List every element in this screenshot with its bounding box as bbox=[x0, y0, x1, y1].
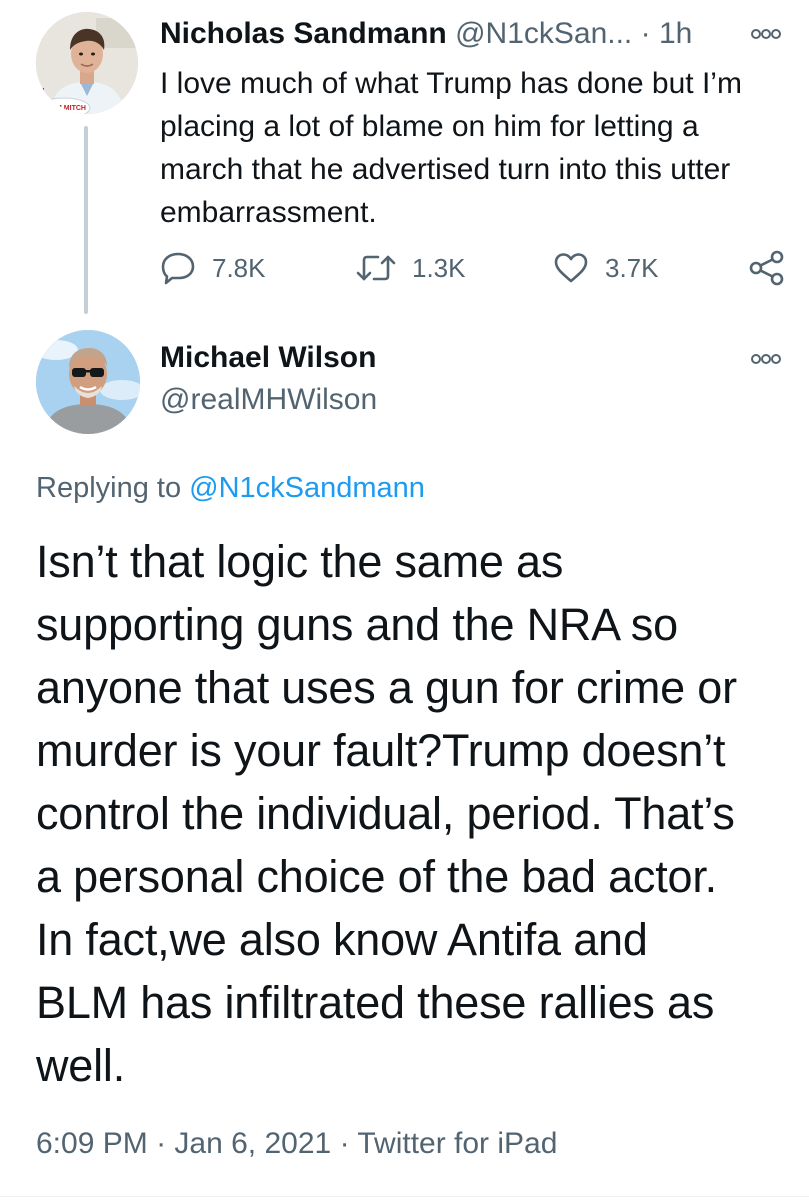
like-count: 3.7K bbox=[605, 252, 659, 283]
reply-avatar-image bbox=[36, 330, 140, 434]
parent-avatar-image: TEAM MITCH bbox=[36, 12, 138, 114]
reply-text-line: In fact,we also know Antifa and bbox=[36, 914, 648, 965]
reply-text-line: BLM has infiltrated these rallies as bbox=[36, 977, 715, 1028]
reply-text-line: anyone that uses a gun for crime or bbox=[36, 662, 737, 713]
retweet-button[interactable]: 1.3K bbox=[356, 246, 466, 290]
parent-text-line: placing a lot of blame on him for lettin… bbox=[160, 110, 699, 143]
retweet-count: 1.3K bbox=[412, 252, 466, 283]
tweet-metadata: 6:09 PM · Jan 6, 2021 · Twitter for iPad bbox=[36, 1122, 557, 1166]
like-icon bbox=[554, 253, 588, 283]
reply-text-line: control the individual, period. That’s bbox=[36, 788, 735, 839]
parent-handle[interactable]: @N1ckSan... bbox=[455, 17, 632, 50]
meta-separator: · bbox=[339, 1127, 350, 1160]
parent-display-name[interactable]: Nicholas Sandmann bbox=[160, 17, 447, 50]
reply-tweet-text: Isn’t that logic the same as supporting … bbox=[36, 530, 806, 1097]
more-icon[interactable] bbox=[751, 352, 781, 364]
replying-to-line: Replying to @N1ckSandmann bbox=[36, 468, 425, 508]
more-icon[interactable] bbox=[751, 27, 781, 39]
tweet-source[interactable]: Twitter for iPad bbox=[357, 1127, 557, 1160]
divider bbox=[0, 1196, 809, 1197]
share-button[interactable] bbox=[748, 246, 786, 290]
reply-button[interactable]: 7.8K bbox=[160, 246, 266, 290]
parent-text-line: I love much of what Trump has done but I… bbox=[160, 67, 742, 100]
reply-count: 7.8K bbox=[212, 252, 266, 283]
parent-text-line: embarrassment. bbox=[160, 196, 377, 229]
avatar-badge-text: TEAM MITCH bbox=[42, 105, 86, 112]
reply-text-line: a personal choice of the bad actor. bbox=[36, 851, 717, 902]
reply-text-line: Isn’t that logic the same as bbox=[36, 536, 564, 587]
tweet-date[interactable]: Jan 6, 2021 bbox=[174, 1127, 331, 1160]
parent-tweet-text: I love much of what Trump has done but I… bbox=[160, 62, 796, 234]
parent-separator: · bbox=[640, 17, 651, 50]
parent-header: Nicholas Sandmann @N1ckSan... · 1h bbox=[160, 14, 692, 54]
share-icon bbox=[749, 250, 784, 286]
parent-action-bar: 7.8K 1.3K 3.7K bbox=[0, 246, 809, 290]
like-button[interactable]: 3.7K bbox=[553, 246, 659, 290]
parent-avatar[interactable]: TEAM MITCH bbox=[36, 12, 138, 114]
reply-handle[interactable]: @realMHWilson bbox=[160, 380, 377, 420]
reply-text-line: well. bbox=[36, 1040, 126, 1091]
replying-to-label: Replying to bbox=[36, 472, 182, 504]
reply-icon bbox=[161, 252, 195, 285]
meta-separator: · bbox=[156, 1127, 167, 1160]
reply-avatar[interactable] bbox=[36, 330, 140, 434]
tweet-time[interactable]: 6:09 PM bbox=[36, 1127, 148, 1160]
replying-to-mention[interactable]: @N1ckSandmann bbox=[189, 472, 425, 504]
reply-display-name[interactable]: Michael Wilson bbox=[160, 338, 376, 378]
reply-text-line: supporting guns and the NRA so bbox=[36, 599, 678, 650]
reply-text-line: murder is your fault?Trump doesn’t bbox=[36, 725, 726, 776]
parent-text-line: march that he advertised turn into this … bbox=[160, 153, 731, 186]
retweet-icon bbox=[356, 255, 396, 281]
parent-timestamp[interactable]: 1h bbox=[659, 17, 692, 50]
